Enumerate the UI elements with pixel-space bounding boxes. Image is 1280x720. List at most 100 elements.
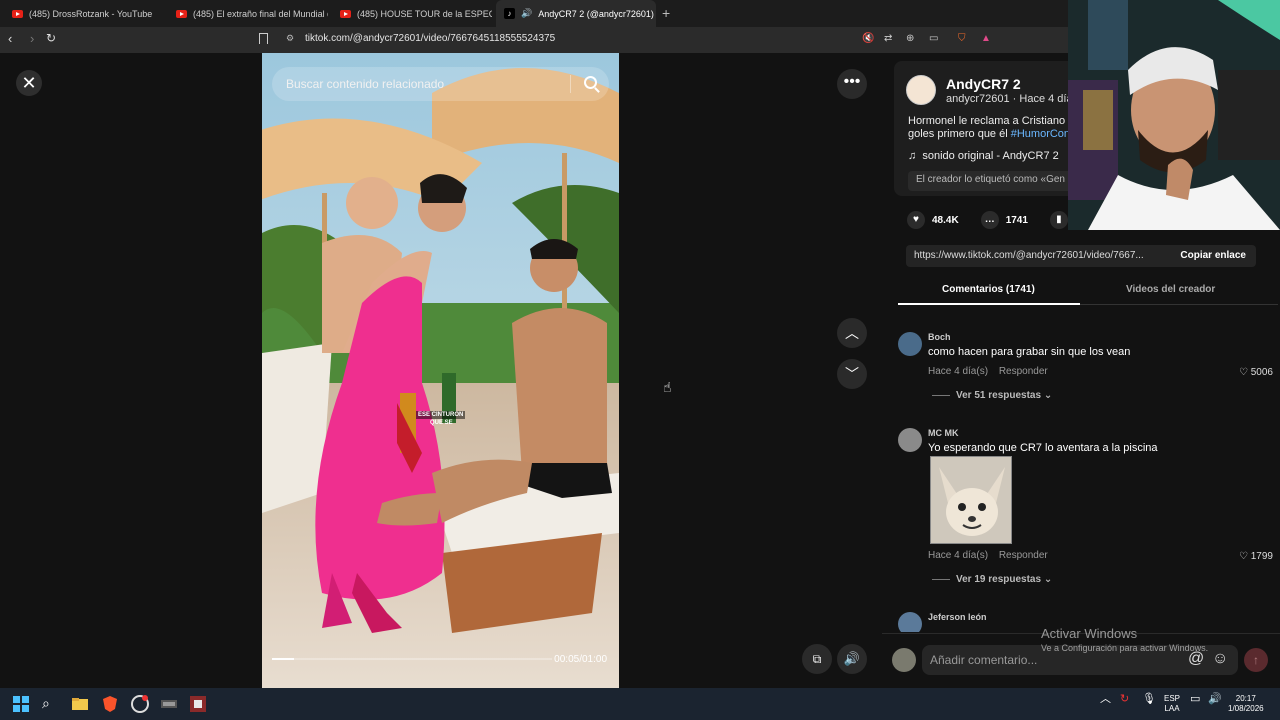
video-caption: QUE SE [430, 420, 453, 426]
youtube-icon [340, 9, 351, 18]
comment-placeholder: Añadir comentario... [930, 653, 1038, 667]
comment-gif-image[interactable] [930, 456, 1012, 544]
volume-icon[interactable]: 🔊 [1208, 694, 1222, 705]
windows-start-icon[interactable] [12, 695, 30, 713]
app-icon[interactable] [160, 695, 178, 713]
sync-icon[interactable]: ↻ [1120, 694, 1129, 705]
forward-icon[interactable]: › [30, 31, 34, 46]
chevron-down-icon: ﹀ [845, 366, 859, 382]
mute-icon[interactable]: 🔇 [862, 33, 874, 44]
bookmark-icon: ▮ [1049, 211, 1068, 229]
description-line: goles primero que él [908, 128, 1011, 140]
translate-icon[interactable]: ⇄ [884, 33, 892, 44]
network-icon[interactable]: ▭ [1190, 694, 1200, 705]
miniplayer-button[interactable]: ⧉ [802, 644, 832, 674]
replies-label: Ver 51 respuestas [956, 390, 1042, 401]
comment-text: Yo esperando que CR7 lo aventara a la pi… [928, 442, 1158, 454]
address-bar[interactable]: tiktok.com/@andycr72601/video/7667645118… [305, 33, 555, 44]
youtube-icon [12, 9, 23, 18]
comment-user[interactable]: Jeferson león [928, 612, 987, 622]
youtube-icon [176, 9, 187, 18]
chevron-up-icon: ︿ [845, 325, 859, 341]
panel-tabs: Comentarios (1741) Videos del creador [898, 279, 1278, 305]
comment-like-button[interactable]: ♡ 5006 [1239, 367, 1273, 378]
tab-title: (485) DrossRotzank - YouTube [29, 8, 153, 19]
comment-user[interactable]: Boch [928, 332, 951, 342]
bookmark-icon[interactable] [259, 33, 268, 44]
divider [570, 75, 571, 93]
browser-tab[interactable]: (485) HOUSE TOUR de la ESPECIAL H [332, 0, 492, 27]
reply-button[interactable]: Responder [999, 366, 1048, 377]
previous-video-button[interactable]: ︿ [837, 318, 867, 348]
avatar[interactable] [898, 612, 922, 632]
music-note-icon: ♫ [908, 150, 917, 162]
app-icon[interactable] [189, 695, 207, 713]
language-code: ESP [1164, 694, 1181, 703]
watermark-subtitle: Ve a Configuración para activar Windows. [1041, 643, 1209, 653]
active-tab-indicator [898, 303, 1080, 305]
send-comment-button[interactable]: ↑ [1244, 648, 1268, 672]
zoom-icon[interactable]: ⊕ [906, 33, 914, 44]
next-video-button[interactable]: ﹀ [837, 359, 867, 389]
cast-icon[interactable]: ▭ [929, 33, 938, 44]
brave-shield-icon[interactable]: ⛉ [958, 33, 966, 44]
emoji-icon[interactable]: ☺ [1212, 650, 1228, 668]
brave-rewards-icon[interactable]: ▲ [981, 33, 991, 44]
obs-icon[interactable] [131, 695, 149, 713]
reply-button[interactable]: Responder [999, 550, 1048, 561]
view-replies-button[interactable]: Ver 51 respuestas ⌄ [932, 390, 1052, 401]
microphone-icon[interactable]: 🎙 [1142, 694, 1156, 705]
search-icon[interactable] [584, 76, 597, 89]
like-button[interactable]: ♥ 48.4K [907, 211, 959, 229]
chevron-up-icon[interactable]: ︿ [1100, 694, 1111, 705]
stats-row: ♥48.4K …1741 ▮3 [907, 211, 1081, 229]
volume-button[interactable]: 🔊 [837, 644, 867, 674]
author-avatar[interactable] [906, 75, 936, 105]
comment-user[interactable]: MC MK [928, 428, 959, 438]
arrow-up-icon: ↑ [1253, 653, 1259, 667]
avatar[interactable] [898, 332, 922, 356]
site-settings-icon[interactable]: ⚙ [286, 33, 294, 44]
chevron-down-icon: ⌄ [1043, 390, 1053, 401]
keyboard-layout: LAA [1164, 704, 1180, 713]
brave-browser-icon[interactable] [101, 695, 119, 713]
more-options-button[interactable]: ••• [837, 69, 867, 99]
tab-comments[interactable]: Comentarios (1741) [942, 284, 1035, 295]
browser-tab-active[interactable]: ♪ 🔊 AndyCR7 2 (@andycr72601) | ✕ [496, 0, 656, 27]
video-player[interactable]: ESE CINTURON QUE SE Buscar contenido rel… [262, 53, 619, 688]
search-placeholder: Buscar contenido relacionado [286, 77, 445, 91]
file-explorer-icon[interactable] [71, 695, 89, 713]
miniplayer-icon: ⧉ [812, 652, 822, 666]
avatar[interactable] [898, 428, 922, 452]
speaker-icon[interactable]: 🔊 [521, 8, 532, 19]
language-indicator[interactable]: ESP LAA [1164, 694, 1180, 714]
related-search-bar[interactable]: Buscar contenido relacionado [272, 67, 609, 101]
comment-count: 1741 [1005, 214, 1028, 226]
back-icon[interactable]: ‹ [8, 31, 12, 46]
tab-title: (485) HOUSE TOUR de la ESPECIAL H [357, 8, 492, 19]
video-frame [262, 53, 619, 688]
copy-link-button[interactable]: Copiar enlace [1180, 250, 1246, 261]
search-icon[interactable]: ⌕ [42, 695, 60, 713]
sound-label: sonido original - AndyCR7 2 [922, 150, 1059, 162]
browser-tab[interactable]: (485) DrossRotzank - YouTube [4, 0, 164, 27]
progress-fill [272, 658, 295, 660]
comment-item: Boch como hacen para grabar sin que los … [898, 332, 1273, 412]
share-url[interactable]: https://www.tiktok.com/@andycr72601/vide… [914, 250, 1144, 261]
chevron-down-icon: ⌄ [1043, 574, 1053, 585]
reload-icon[interactable]: ↻ [46, 31, 56, 45]
browser-tab[interactable]: (485) El extraño final del Mundial de [168, 0, 328, 27]
hashtag-link[interactable]: #HumorCon [1011, 128, 1070, 140]
close-video-button[interactable]: ✕ [16, 70, 42, 96]
comment-like-button[interactable]: ♡ 1799 [1239, 551, 1273, 562]
new-tab-icon[interactable]: + [662, 5, 670, 21]
tab-creator-videos[interactable]: Videos del creador [1126, 284, 1215, 295]
clock[interactable]: 20:17 1/08/2026 [1228, 694, 1264, 714]
comment-button[interactable]: … 1741 [980, 211, 1028, 229]
clock-time: 20:17 [1235, 694, 1256, 703]
windows-taskbar: ⌕ ︿ ↻ 🎙 ESP LAA ▭ 🔊 20:17 1/08/2026 [0, 688, 1280, 720]
video-progress-bar[interactable] [272, 658, 552, 660]
sound-link[interactable]: ♫ sonido original - AndyCR7 2 [908, 150, 1059, 162]
view-replies-button[interactable]: Ver 19 respuestas ⌄ [932, 574, 1052, 585]
author-name[interactable]: AndyCR7 2 [946, 76, 1021, 92]
